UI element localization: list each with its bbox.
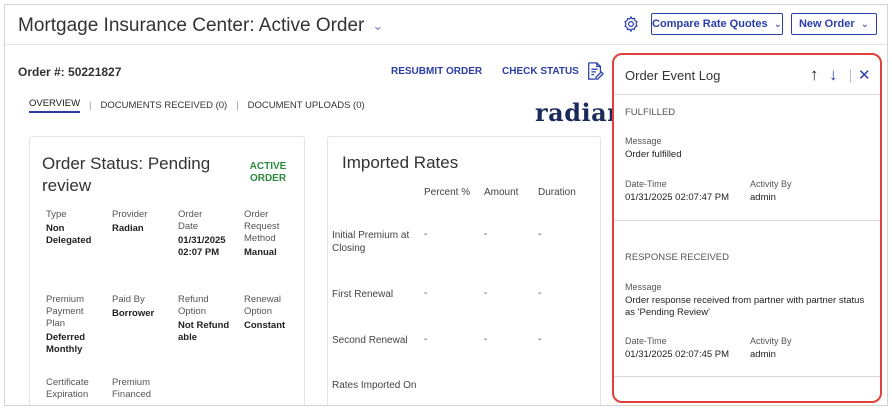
field-renewal-option: Renewal Option Constant <box>244 294 300 332</box>
field-label: Order Date <box>178 209 203 232</box>
app-frame: Mortgage Insurance Center: Active Order … <box>4 4 888 406</box>
event-log-header: Order Event Log ↑ ↓ ✕ <box>614 55 880 95</box>
rates-column-header: Amount <box>484 187 519 198</box>
field-label: Provider <box>112 209 148 220</box>
imported-rates-card: Imported Rates Percent % Amount Duration… <box>327 136 601 405</box>
rates-cell: - <box>484 229 488 240</box>
field-value: 01/31/2025 02:07 PM <box>178 235 226 258</box>
rates-cell: - <box>538 288 542 299</box>
rates-cell: - <box>484 288 488 299</box>
event-datetime: 01/31/2025 02:07:47 PM <box>625 192 730 203</box>
field-value: Non Delegated <box>46 223 92 246</box>
rates-cell: - <box>424 288 428 299</box>
field-label: Certificate Expiration <box>46 377 89 400</box>
field-label: Type <box>46 209 67 220</box>
rates-row-label: Rates Imported On <box>332 380 417 391</box>
event-type: FULFILLED <box>625 107 676 118</box>
compare-rate-quotes-button[interactable]: Compare Rate Quotes ⌄ <box>651 13 783 35</box>
order-event-log-panel: Order Event Log ↑ ↓ ✕ FULFILLED Message … <box>612 53 882 403</box>
new-order-button[interactable]: New Order ⌄ <box>791 13 877 35</box>
tab-document-uploads[interactable]: DOCUMENT UPLOADS (0) <box>248 100 365 111</box>
rates-row-label: Initial Premium at Closing <box>332 230 410 254</box>
field-label: Premium Payment Plan <box>46 294 85 329</box>
rates-column-header: Percent % <box>424 187 471 198</box>
new-order-label: New Order <box>798 18 855 30</box>
field-label: Refund Option <box>178 294 209 317</box>
tab-bar: OVERVIEW | DOCUMENTS RECEIVED (0) | DOCU… <box>29 98 365 113</box>
rates-cell: - <box>424 334 428 345</box>
field-value: Borrower <box>112 308 155 319</box>
field-value: Manual <box>244 247 277 258</box>
page-title-dropdown[interactable]: Mortgage Insurance Center: Active Order … <box>18 15 383 37</box>
field-type: Type Non Delegated <box>46 209 102 247</box>
compare-rate-quotes-label: Compare Rate Quotes <box>652 18 768 30</box>
close-icon[interactable]: ✕ <box>858 66 871 84</box>
field-value: Not Refundable <box>178 320 230 343</box>
order-number: Order #: 50221827 <box>18 65 122 79</box>
event-datetime-label: Date-Time <box>625 336 667 346</box>
field-premium-plan: Premium Payment Plan Deferred Monthly <box>46 294 102 356</box>
field-value: Radian <box>112 223 144 234</box>
field-request-method: Order Request Method Manual <box>244 209 300 259</box>
gear-icon[interactable] <box>622 15 640 33</box>
rates-cell: - <box>484 334 488 345</box>
rates-row-label: Second Renewal <box>332 335 408 346</box>
field-premium-financed: Premium Financed <box>112 377 168 401</box>
event-activity-by: admin <box>750 349 776 360</box>
event-log-item: FULFILLED Message Order fulfilled Date-T… <box>614 95 880 221</box>
page-header: Mortgage Insurance Center: Active Order … <box>5 5 887 45</box>
arrow-down-icon[interactable]: ↓ <box>829 65 838 85</box>
arrow-up-icon[interactable]: ↑ <box>810 65 819 85</box>
event-type: RESPONSE RECEIVED <box>625 252 729 263</box>
event-activity-label: Activity By <box>750 179 792 189</box>
event-datetime: 01/31/2025 02:07:45 PM <box>625 349 730 360</box>
rates-cell: - <box>538 334 542 345</box>
field-value: Constant <box>244 320 286 331</box>
tab-divider: | <box>236 100 239 111</box>
field-paid-by: Paid By Borrower <box>112 294 168 320</box>
field-certificate-expiration: Certificate Expiration <box>46 377 102 401</box>
field-label: Order Request Method <box>244 209 280 244</box>
chevron-down-icon: ⌄ <box>372 18 384 33</box>
rates-row-label: First Renewal <box>332 289 394 300</box>
field-label: Paid By <box>112 294 145 305</box>
chevron-down-icon: ⌄ <box>860 18 870 30</box>
rates-column-header: Duration <box>538 187 576 198</box>
chevron-down-icon: ⌄ <box>773 18 782 30</box>
field-refund-option: Refund Option Not Refundable <box>178 294 234 344</box>
page-title: Mortgage Insurance Center: Active Order <box>18 15 365 36</box>
event-activity-by: admin <box>750 192 776 203</box>
rates-cell: - <box>424 229 428 240</box>
event-activity-label: Activity By <box>750 336 792 346</box>
divider <box>850 69 851 83</box>
field-value: Deferred Monthly <box>46 332 86 355</box>
field-label: Premium Financed <box>112 377 152 400</box>
tab-overview[interactable]: OVERVIEW <box>29 98 81 113</box>
resubmit-order-link[interactable]: RESUBMIT ORDER <box>391 66 482 77</box>
event-log-title: Order Event Log <box>625 68 721 83</box>
field-provider: Provider Radian <box>112 209 168 235</box>
field-order-date: Order Date 01/31/2025 02:07 PM <box>178 209 234 259</box>
check-status-link[interactable]: CHECK STATUS <box>502 66 579 77</box>
imported-rates-title: Imported Rates <box>342 153 459 172</box>
rates-cell: - <box>538 229 542 240</box>
tab-documents-received[interactable]: DOCUMENTS RECEIVED (0) <box>101 100 228 111</box>
event-message: Order response received from partner wit… <box>625 295 865 318</box>
event-message-label: Message <box>625 136 662 146</box>
event-message: Order fulfilled <box>625 149 682 160</box>
event-message-label: Message <box>625 282 662 292</box>
event-log-item: RESPONSE RECEIVED Message Order response… <box>614 221 880 377</box>
field-label: Renewal Option <box>244 294 281 317</box>
tab-divider: | <box>89 100 92 111</box>
order-status-title: Order Status: Pending review <box>42 154 211 195</box>
order-status-card: Order Status: Pending review ACTIVE ORDE… <box>29 136 305 405</box>
active-order-badge: ACTIVE ORDER <box>249 161 287 184</box>
event-datetime-label: Date-Time <box>625 179 667 189</box>
document-edit-icon[interactable] <box>586 61 604 81</box>
